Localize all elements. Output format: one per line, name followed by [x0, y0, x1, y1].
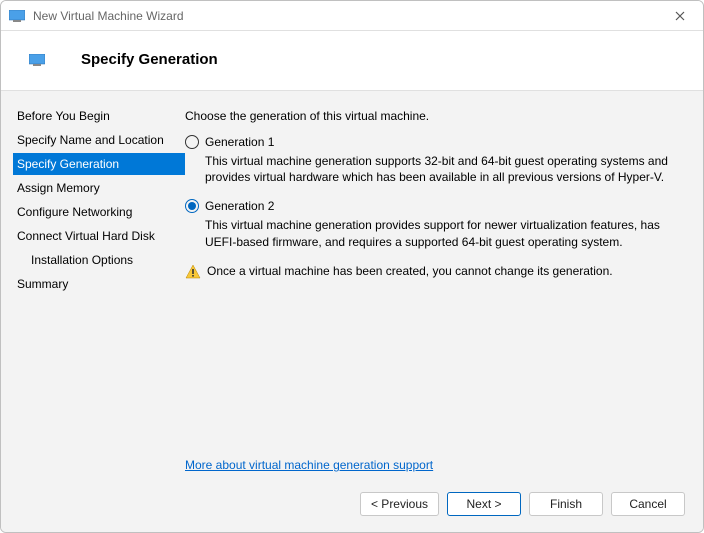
- sidebar-item-assign-memory[interactable]: Assign Memory: [13, 177, 185, 199]
- sidebar-item-configure-networking[interactable]: Configure Networking: [13, 201, 185, 223]
- app-icon: [9, 10, 25, 22]
- sidebar: Before You Begin Specify Name and Locati…: [1, 99, 185, 482]
- intro-text: Choose the generation of this virtual ma…: [185, 109, 689, 123]
- previous-button[interactable]: < Previous: [360, 492, 439, 516]
- learn-more-link[interactable]: More about virtual machine generation su…: [185, 458, 689, 472]
- finish-button[interactable]: Finish: [529, 492, 603, 516]
- generation-2-label: Generation 2: [205, 199, 274, 213]
- sidebar-item-connect-vhd[interactable]: Connect Virtual Hard Disk: [13, 225, 185, 247]
- generation-1-radio[interactable]: Generation 1: [185, 135, 689, 149]
- warning-icon: [185, 264, 201, 283]
- warning-row: Once a virtual machine has been created,…: [185, 264, 689, 283]
- wizard-header: Specify Generation: [1, 31, 703, 90]
- content-area: Choose the generation of this virtual ma…: [185, 99, 703, 482]
- cancel-button[interactable]: Cancel: [611, 492, 685, 516]
- radio-icon: [185, 199, 199, 213]
- sidebar-item-specify-name[interactable]: Specify Name and Location: [13, 129, 185, 151]
- sidebar-item-specify-generation[interactable]: Specify Generation: [13, 153, 185, 175]
- generation-2-radio[interactable]: Generation 2: [185, 199, 689, 213]
- generation-1-label: Generation 1: [205, 135, 274, 149]
- sidebar-item-before-you-begin[interactable]: Before You Begin: [13, 105, 185, 127]
- window-title: New Virtual Machine Wizard: [33, 9, 665, 23]
- generation-2-description: This virtual machine generation provides…: [205, 217, 689, 249]
- close-button[interactable]: [665, 1, 695, 31]
- sidebar-item-summary[interactable]: Summary: [13, 273, 185, 295]
- radio-icon: [185, 135, 199, 149]
- next-button[interactable]: Next >: [447, 492, 521, 516]
- titlebar: New Virtual Machine Wizard: [1, 1, 703, 31]
- wizard-body: Before You Begin Specify Name and Locati…: [1, 90, 703, 482]
- header-icon: [29, 54, 45, 66]
- warning-text: Once a virtual machine has been created,…: [207, 264, 613, 278]
- wizard-footer: < Previous Next > Finish Cancel: [1, 482, 703, 532]
- page-title: Specify Generation: [81, 51, 218, 68]
- wizard-window: New Virtual Machine Wizard Specify Gener…: [0, 0, 704, 533]
- sidebar-item-installation-options[interactable]: Installation Options: [13, 249, 185, 271]
- generation-1-description: This virtual machine generation supports…: [205, 153, 689, 185]
